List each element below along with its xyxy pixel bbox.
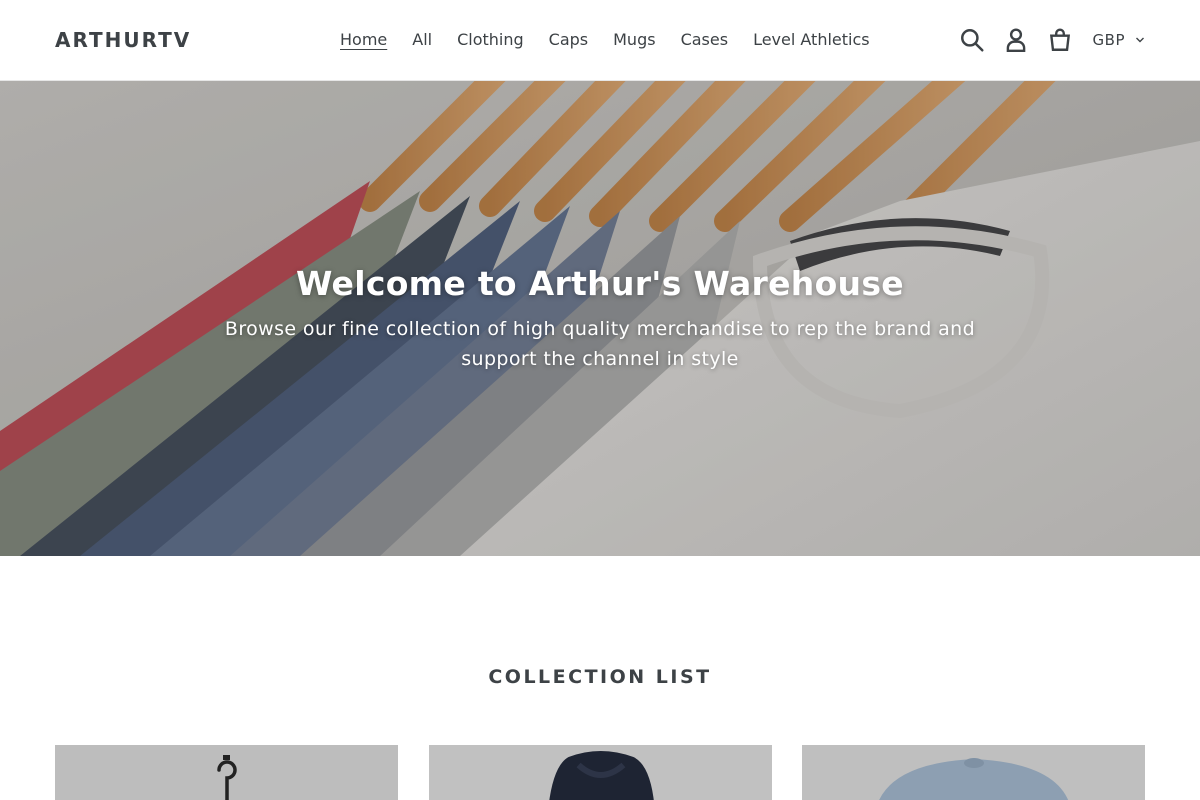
collection-list-title: COLLECTION LIST (488, 666, 712, 688)
hanger-image (55, 745, 398, 800)
currency-selector[interactable]: GBP (1093, 31, 1145, 49)
nav-item-caps[interactable]: Caps (549, 30, 588, 50)
cart-button[interactable] (1045, 25, 1075, 55)
header-icons: GBP (943, 25, 1145, 55)
collection-list (55, 745, 1145, 800)
search-button[interactable] (957, 25, 987, 55)
nav-item-clothing[interactable]: Clothing (457, 30, 524, 50)
site-header: ARTHURTV Home All Clothing Caps Mugs Cas… (0, 0, 1200, 81)
nav-item-mugs[interactable]: Mugs (613, 30, 655, 50)
hoodie-image (428, 745, 772, 800)
cart-icon (1049, 28, 1070, 51)
site-logo[interactable]: ARTHURTV (55, 28, 191, 52)
currency-value: GBP (1092, 31, 1125, 49)
chevron-down-icon (1136, 37, 1144, 43)
nav-item-all[interactable]: All (412, 30, 432, 50)
nav-item-home[interactable]: Home (340, 30, 387, 50)
hero-title: Welcome to Arthur's Warehouse (296, 264, 904, 303)
collection-card[interactable] (428, 745, 772, 800)
cap-image (802, 745, 1145, 800)
nav-item-cases[interactable]: Cases (681, 30, 729, 50)
nav-item-level-athletics[interactable]: Level Athletics (753, 30, 870, 50)
account-button[interactable] (1001, 25, 1031, 55)
hero-banner: Welcome to Arthur's Warehouse Browse our… (0, 81, 1200, 556)
collection-card[interactable] (55, 745, 398, 800)
account-icon (1006, 28, 1025, 53)
search-icon (960, 29, 984, 52)
main-nav: Home All Clothing Caps Mugs Cases Level … (340, 30, 870, 50)
hero-subtitle: Browse our fine collection of high quali… (224, 318, 976, 370)
collection-card[interactable] (802, 745, 1145, 800)
